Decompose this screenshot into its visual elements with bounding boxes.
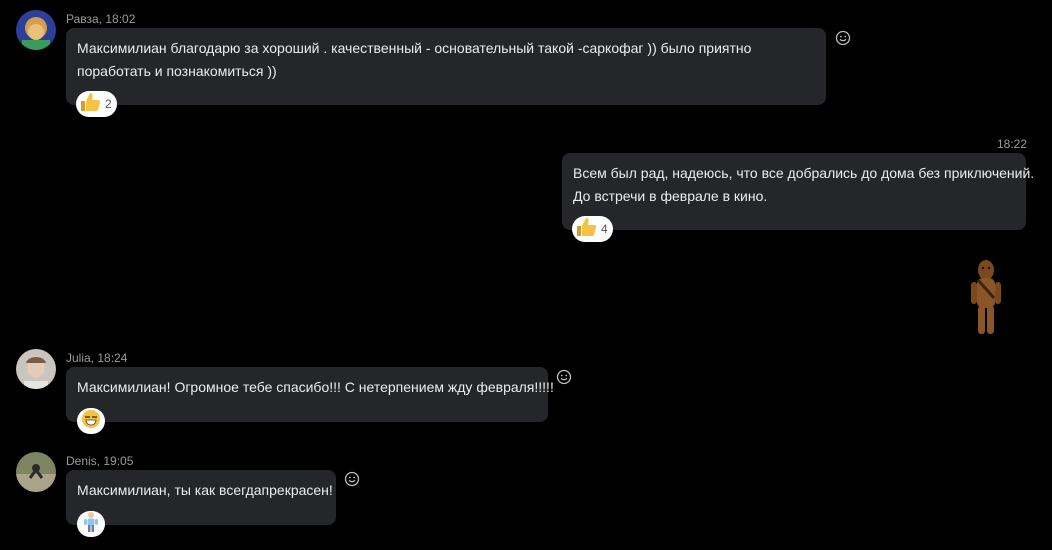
grinning-face-icon [80,408,102,435]
message-text-line: Максимилиан, ты как всегдапрекрасен! [77,482,333,498]
message-text-line: Всем был рад, надеюсь, что все добрались… [573,165,1035,181]
message-text-line: До встречи в феврале в кино. [573,188,768,204]
thumbs-up-icon [575,217,597,242]
message-meta: Julia, 18:24 [66,351,128,365]
reaction-badge[interactable] [77,511,105,537]
avatar-julia[interactable] [16,349,56,389]
reaction-badge[interactable]: 4 [572,216,613,242]
reaction-count: 2 [105,97,112,111]
message-bubble[interactable]: Всем был рад, надеюсь, что все добрались… [562,153,1035,230]
man-standing-icon [81,511,101,538]
message-bubble[interactable]: Максимилиан! Огромное тебе спасибо!!! С … [66,367,554,422]
add-reaction-icon[interactable] [834,29,852,47]
message-text-line: Максимилиан! Огромное тебе спасибо!!! С … [77,379,554,395]
message-bubble[interactable]: Максимилиан благодарю за хороший . качес… [66,28,826,105]
message-time: 18:22 [997,137,1028,151]
add-reaction-icon[interactable] [555,368,573,386]
message-text-line: Максимилиан благодарю за хороший . качес… [77,40,752,56]
message-meta: Denis, 19:05 [66,454,134,468]
chewbacca-sticker[interactable] [966,258,1006,341]
avatar-ravza[interactable] [16,10,56,50]
message-meta: Равза, 18:02 [66,12,136,26]
message-bubble[interactable]: Максимилиан, ты как всегдапрекрасен! [66,470,336,525]
reaction-count: 4 [601,222,608,236]
avatar-denis[interactable] [16,452,56,492]
reaction-badge[interactable]: 2 [76,91,117,117]
add-reaction-icon[interactable] [343,470,361,488]
thumbs-up-icon [79,92,101,117]
reaction-badge[interactable] [77,408,105,434]
message-text-line: поработать и познакомиться )) [77,63,277,79]
